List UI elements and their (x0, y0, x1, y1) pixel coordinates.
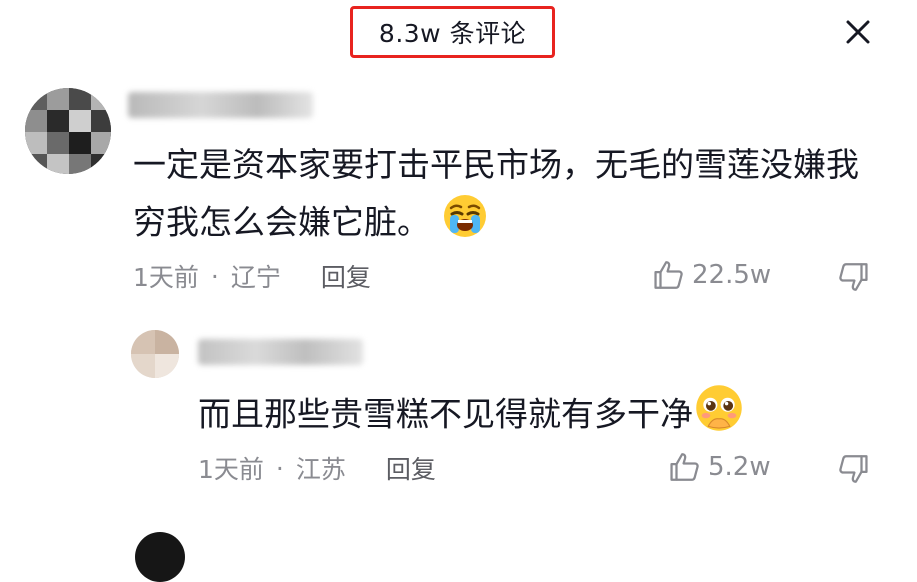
thumbs-down-icon (839, 455, 868, 483)
reply-body: 而且那些贵雪糕不见得就有多干净 (198, 394, 693, 434)
reply-meta: 1天前 · 江苏 回复 (198, 450, 436, 486)
reply-time: 1天前 (198, 455, 264, 484)
thumbs-up-icon (654, 261, 683, 289)
username-redacted[interactable] (128, 92, 313, 118)
close-button[interactable] (838, 12, 878, 52)
avatar-pixelated-image (25, 88, 111, 174)
reply-like-count: 5.2w (708, 452, 771, 482)
comment-count-header: 8.3w 条评论 (350, 6, 555, 58)
pleading-face-emoji (693, 382, 745, 450)
comment-time: 1天前 (133, 263, 199, 292)
dislike-button[interactable] (836, 260, 870, 298)
reply-username-redacted[interactable] (198, 339, 363, 365)
avatar[interactable] (25, 88, 111, 174)
reply-reply-button[interactable]: 回复 (386, 450, 436, 486)
like-count: 22.5w (692, 260, 772, 290)
comment-body: 一定是资本家要打击平民市场，无毛的雪莲没嫌我穷我怎么会嫌它脏。 (133, 145, 859, 242)
next-comment-avatar[interactable] (135, 532, 185, 582)
separator-dot: · (275, 453, 284, 483)
comment-meta: 1天前 · 辽宁 回复 (133, 258, 371, 294)
reply-dislike-button[interactable] (836, 452, 870, 490)
separator-dot: · (210, 261, 219, 291)
comment-count-title: 8.3w 条评论 (378, 19, 527, 48)
comment-text: 一定是资本家要打击平民市场，无毛的雪莲没嫌我穷我怎么会嫌它脏。 (133, 138, 883, 256)
close-icon (846, 20, 870, 44)
reply-avatar[interactable] (131, 330, 179, 378)
thumbs-down-icon (839, 263, 868, 291)
thumbs-up-icon (670, 453, 699, 481)
like-button[interactable]: 22.5w (652, 258, 771, 292)
reply-like-button[interactable]: 5.2w (668, 450, 771, 484)
reply-text: 而且那些贵雪糕不见得就有多干净 (198, 382, 838, 450)
loudly-crying-face-emoji (441, 192, 489, 256)
reply-avatar-image (131, 330, 179, 378)
comment-location: 辽宁 (230, 263, 281, 292)
reply-button[interactable]: 回复 (321, 258, 371, 294)
reply-location: 江苏 (295, 455, 346, 484)
